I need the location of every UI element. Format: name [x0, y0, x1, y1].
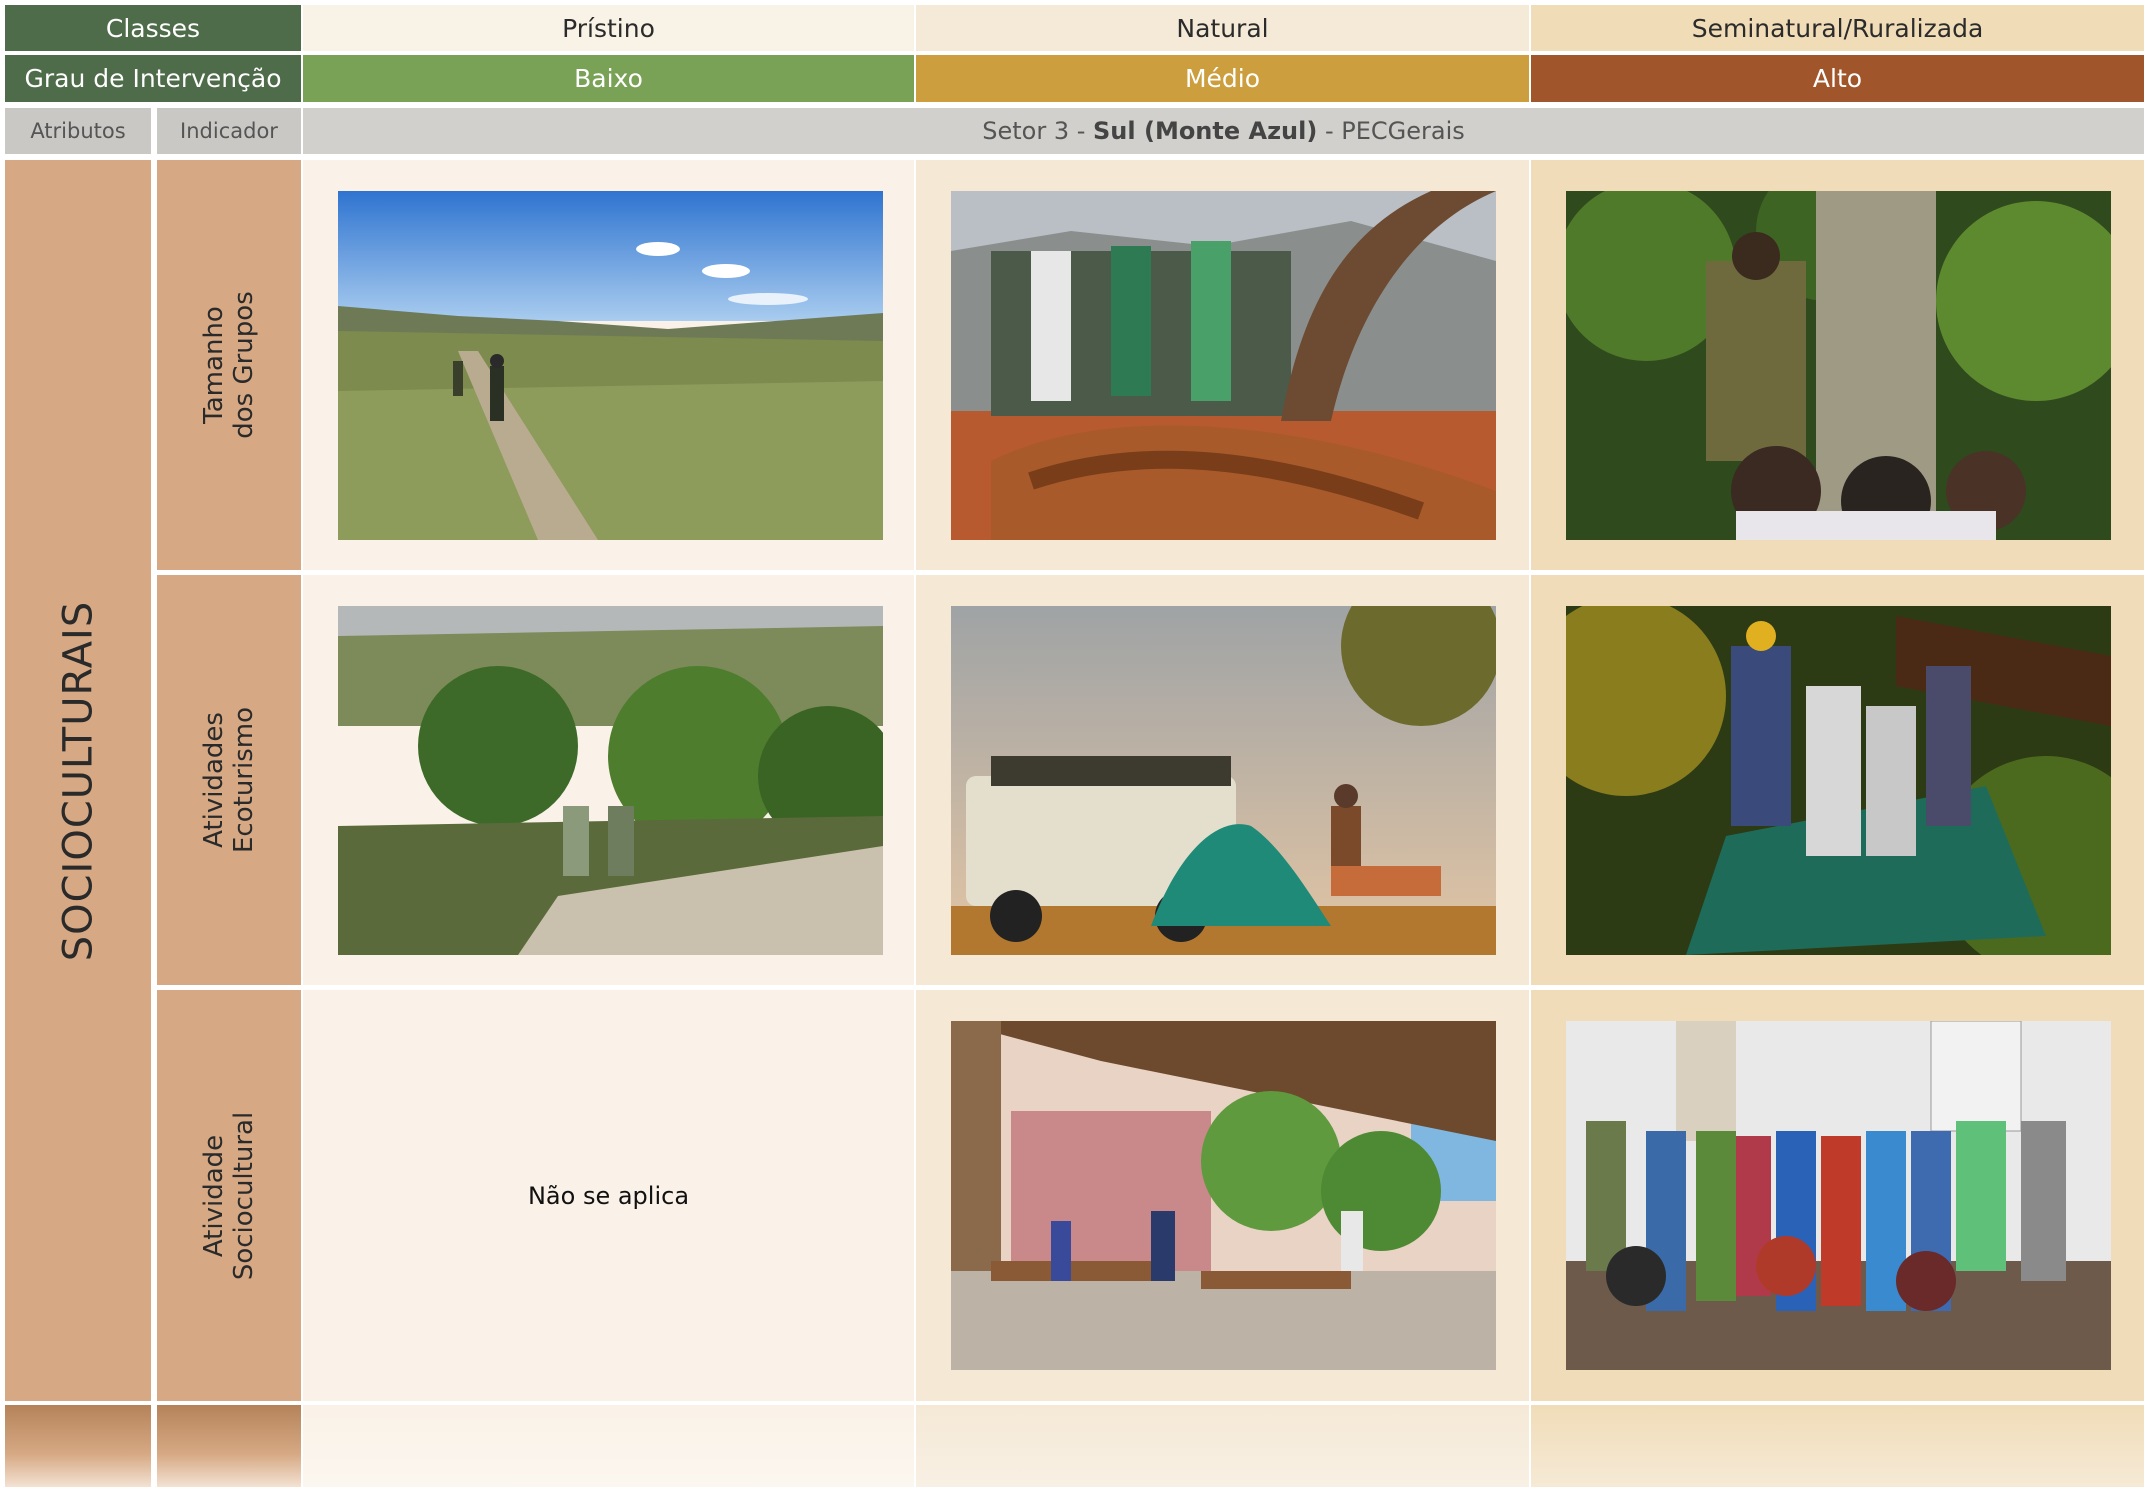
photo-trail-hikers	[338, 191, 883, 540]
photo-folk-group	[1566, 1021, 2111, 1370]
next-cell-c1	[303, 1405, 914, 1487]
attribute-label: SOCIOCULTURAIS	[55, 600, 102, 961]
sector-prefix: Setor 3 -	[982, 117, 1094, 145]
indicator-label: Atividades Ecoturismo	[199, 707, 259, 853]
not-applicable-text: Não se aplica	[527, 1181, 690, 1210]
class-seminatural: Seminatural/Ruralizada	[1531, 5, 2144, 51]
indicator-cell-1: Tamanho dos Grupos	[157, 160, 301, 570]
photo-group-at-sign	[951, 191, 1496, 540]
photo-jeep-camping	[951, 606, 1496, 955]
class-pristino: Prístino	[303, 5, 914, 51]
grau-label: Grau de Intervenção	[5, 55, 301, 102]
next-cell-c2	[916, 1405, 1529, 1487]
grau-alto: Alto	[1531, 55, 2144, 102]
atributos-label: Atributos	[5, 108, 151, 154]
photo-treetop-adventure	[1566, 606, 2111, 955]
photo-outdoor-restaurant	[951, 1021, 1496, 1370]
indicator-cell-2: Atividades Ecoturismo	[157, 575, 301, 985]
sector-suffix: - PECGerais	[1317, 117, 1465, 145]
sector-title: Setor 3 - Sul (Monte Azul) - PECGerais	[303, 108, 2144, 154]
indicator-label: Atividade Sociocultural	[199, 1111, 260, 1280]
attribute-cell: SOCIOCULTURAIS	[5, 160, 151, 1401]
grau-baixo: Baixo	[303, 55, 914, 102]
grau-medio: Médio	[916, 55, 1529, 102]
photo-tree-education	[1566, 191, 2111, 540]
indicator-cell-3: Atividade Sociocultural	[157, 990, 301, 1401]
indicator-label: Tamanho dos Grupos	[199, 291, 259, 439]
next-indicator-cell	[157, 1405, 301, 1487]
class-natural: Natural	[916, 5, 1529, 51]
indicador-label: Indicador	[157, 108, 301, 154]
next-attribute-cell	[5, 1405, 151, 1487]
cell-r3-c1: Não se aplica	[303, 990, 914, 1401]
photo-canyon-hikers	[338, 606, 883, 955]
sector-name: Sul (Monte Azul)	[1093, 117, 1318, 145]
classes-label: Classes	[5, 5, 301, 51]
next-cell-c3	[1531, 1405, 2144, 1487]
